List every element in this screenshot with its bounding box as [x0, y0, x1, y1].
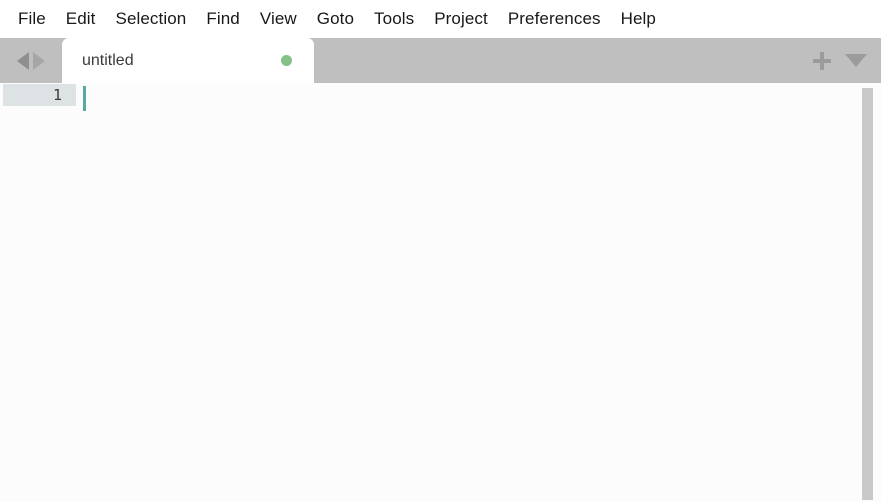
editor-view[interactable]: 1 — [0, 83, 881, 502]
caret-down-icon[interactable] — [845, 54, 867, 67]
code-text-area[interactable] — [76, 83, 881, 502]
menu-item-find[interactable]: Find — [196, 7, 249, 32]
tab-label: untitled — [82, 51, 134, 69]
text-cursor-caret — [83, 86, 86, 111]
menu-item-edit[interactable]: Edit — [56, 7, 106, 32]
tab-strip: untitled — [0, 38, 881, 83]
tab-strip-empty-area — [314, 38, 813, 83]
menu-item-project[interactable]: Project — [424, 7, 498, 32]
menu-item-goto[interactable]: Goto — [307, 7, 364, 32]
tab-navigation-arrows — [0, 38, 62, 83]
triangle-right-icon[interactable] — [33, 51, 45, 70]
vertical-scrollbar[interactable] — [862, 83, 873, 502]
menu-item-help[interactable]: Help — [611, 7, 666, 32]
menu-item-tools[interactable]: Tools — [364, 7, 424, 32]
menu-item-selection[interactable]: Selection — [106, 7, 197, 32]
menu-item-file[interactable]: File — [8, 7, 56, 32]
tab-untitled[interactable]: untitled — [62, 38, 314, 83]
tab-list: untitled — [62, 38, 314, 83]
line-number-1: 1 — [52, 86, 62, 104]
triangle-left-icon[interactable] — [17, 51, 29, 70]
menu-bar: File Edit Selection Find View Goto Tools… — [0, 0, 881, 38]
tab-strip-actions — [813, 38, 881, 83]
plus-icon[interactable] — [813, 51, 831, 70]
vertical-scrollbar-thumb[interactable] — [862, 88, 873, 500]
line-number-gutter: 1 — [0, 83, 76, 502]
menu-item-preferences[interactable]: Preferences — [498, 7, 611, 32]
green-dot-icon[interactable] — [281, 55, 292, 66]
menu-item-view[interactable]: View — [250, 7, 307, 32]
sublime-text-window: File Edit Selection Find View Goto Tools… — [0, 0, 881, 502]
